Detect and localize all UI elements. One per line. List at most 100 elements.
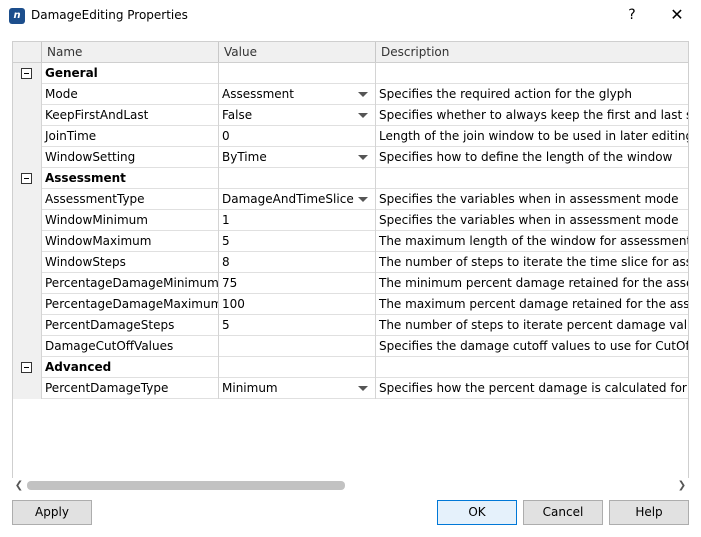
property-value-text: Minimum — [222, 381, 278, 395]
property-row[interactable]: PercentDamageType Minimum Specifies how th… — [13, 378, 688, 399]
row-gutter — [13, 315, 42, 336]
row-gutter — [13, 84, 42, 105]
property-description: The minimum percent damage retained for … — [376, 273, 688, 294]
property-row[interactable]: Mode Assessment Specifies the required act… — [13, 84, 688, 105]
apply-button[interactable]: Apply — [12, 500, 92, 525]
collapse-icon[interactable] — [21, 68, 32, 79]
app-icon: n — [9, 8, 25, 24]
property-row[interactable]: AssessmentType DamageAndTimeSlice Specifie… — [13, 189, 688, 210]
property-row[interactable]: PercentageDamageMinimum 75 The minimum per… — [13, 273, 688, 294]
property-row[interactable]: PercentDamageSteps 5 The number of steps t… — [13, 315, 688, 336]
header-value[interactable]: Value — [219, 42, 376, 62]
window-title: DamageEditing Properties — [31, 8, 188, 22]
property-value[interactable]: False — [219, 105, 376, 126]
collapse-icon[interactable] — [21, 362, 32, 373]
row-gutter — [13, 357, 42, 378]
property-value[interactable]: 0 — [219, 126, 376, 147]
property-description: The number of steps to iterate percent d… — [376, 315, 688, 336]
dropdown-arrow-icon[interactable] — [358, 386, 368, 391]
row-gutter — [13, 189, 42, 210]
dropdown-arrow-icon[interactable] — [358, 197, 368, 202]
property-value[interactable]: 1 — [219, 210, 376, 231]
property-value[interactable]: Minimum — [219, 378, 376, 399]
property-description: The maximum length of the window for ass… — [376, 231, 688, 252]
property-value-text: 8 — [222, 255, 230, 269]
header-description[interactable]: Description — [376, 42, 688, 62]
property-description: Specifies the required action for the gl… — [376, 84, 688, 105]
property-value-text: 5 — [222, 234, 230, 248]
dropdown-arrow-icon[interactable] — [358, 113, 368, 118]
property-row[interactable]: WindowSetting ByTime Specifies how to defi… — [13, 147, 688, 168]
property-row[interactable]: WindowMinimum 1 Specifies the variables wh… — [13, 210, 688, 231]
grid-header: Name Value Description — [13, 42, 688, 63]
property-name: AssessmentType — [42, 189, 219, 210]
category-label[interactable]: Advanced — [42, 357, 219, 378]
property-value-text: DamageAndTimeSlice — [222, 192, 354, 206]
property-value-text: ByTime — [222, 150, 267, 164]
row-gutter — [13, 126, 42, 147]
property-value[interactable]: 5 — [219, 231, 376, 252]
property-name: PercentageDamageMinimum — [42, 273, 219, 294]
property-row[interactable]: WindowMaximum 5 The maximum length of the … — [13, 231, 688, 252]
property-name: Mode — [42, 84, 219, 105]
property-value[interactable]: Assessment — [219, 84, 376, 105]
row-gutter — [13, 210, 42, 231]
property-name: JoinTime — [42, 126, 219, 147]
property-row[interactable]: KeepFirstAndLast False Specifies whether t… — [13, 105, 688, 126]
category-label[interactable]: Assessment — [42, 168, 219, 189]
row-gutter — [13, 105, 42, 126]
property-description: The number of steps to iterate the time … — [376, 252, 688, 273]
ok-button[interactable]: OK — [437, 500, 517, 525]
dropdown-arrow-icon[interactable] — [358, 155, 368, 160]
title-bar: n DamageEditing Properties ? ✕ — [0, 0, 701, 32]
header-name[interactable]: Name — [42, 42, 219, 62]
property-value-text: 75 — [222, 276, 238, 290]
scrollbar-thumb[interactable] — [27, 481, 345, 490]
category-row[interactable]: Assessment — [13, 168, 688, 189]
property-value[interactable]: 75 — [219, 273, 376, 294]
property-value[interactable]: 100 — [219, 294, 376, 315]
property-description: Specifies how the percent damage is calc… — [376, 378, 688, 399]
row-gutter — [13, 336, 42, 357]
row-gutter — [13, 63, 42, 84]
cancel-button[interactable]: Cancel — [523, 500, 603, 525]
property-description: Specifies the variables when in assessme… — [376, 189, 688, 210]
row-gutter — [13, 294, 42, 315]
category-row[interactable]: General — [13, 63, 688, 84]
help-icon[interactable]: ? — [622, 5, 642, 25]
property-description — [376, 63, 688, 84]
collapse-icon[interactable] — [21, 173, 32, 184]
property-value[interactable] — [219, 336, 376, 357]
property-description — [376, 168, 688, 189]
property-row[interactable]: DamageCutOffValues Specifies the damage c… — [13, 336, 688, 357]
close-icon[interactable]: ✕ — [665, 5, 689, 25]
row-gutter — [13, 147, 42, 168]
property-name: PercentageDamageMaximum — [42, 294, 219, 315]
horizontal-scrollbar[interactable]: ❮ ❯ — [12, 478, 689, 493]
property-description: Specifies whether to always keep the fir… — [376, 105, 688, 126]
property-value-text: 1 — [222, 213, 230, 227]
property-description — [376, 357, 688, 378]
property-name: WindowMinimum — [42, 210, 219, 231]
property-row[interactable]: JoinTime 0 Length of the join window to be… — [13, 126, 688, 147]
category-row[interactable]: Advanced — [13, 357, 688, 378]
property-value[interactable]: DamageAndTimeSlice — [219, 189, 376, 210]
scroll-right-icon[interactable]: ❯ — [675, 478, 689, 493]
property-name: WindowSteps — [42, 252, 219, 273]
property-name: KeepFirstAndLast — [42, 105, 219, 126]
property-value[interactable]: 5 — [219, 315, 376, 336]
category-label[interactable]: General — [42, 63, 219, 84]
property-value[interactable]: 8 — [219, 252, 376, 273]
help-button[interactable]: Help — [609, 500, 689, 525]
dropdown-arrow-icon[interactable] — [358, 92, 368, 97]
property-row[interactable]: WindowSteps 8 The number of steps to itera… — [13, 252, 688, 273]
header-gutter — [13, 42, 42, 62]
property-value[interactable]: ByTime — [219, 147, 376, 168]
grid-rows: General Mode Assessment Specifies the requi… — [13, 63, 688, 399]
property-row[interactable]: PercentageDamageMaximum 100 The maximum pe… — [13, 294, 688, 315]
property-value-text: False — [222, 108, 253, 122]
property-description: Specifies the damage cutoff values to us… — [376, 336, 688, 357]
property-name: PercentDamageType — [42, 378, 219, 399]
scroll-left-icon[interactable]: ❮ — [12, 478, 26, 493]
row-gutter — [13, 168, 42, 189]
